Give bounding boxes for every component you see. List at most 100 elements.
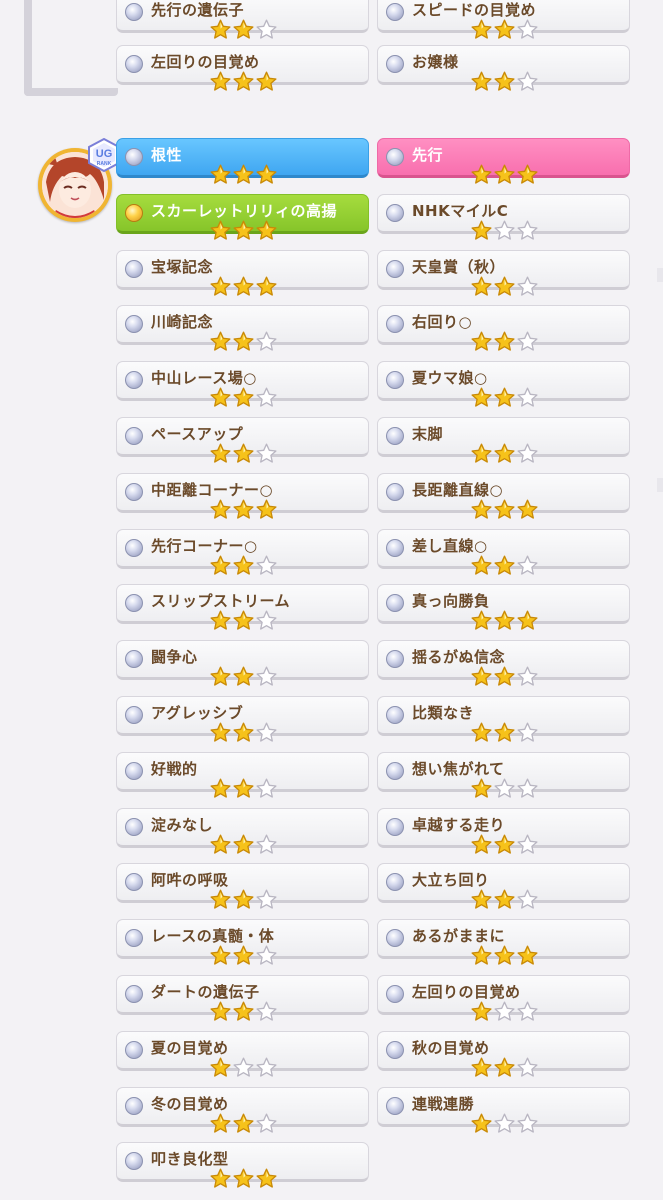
star-filled-icon (494, 610, 515, 630)
skill-tile[interactable]: 左回りの目覚め (377, 975, 630, 1021)
skill-gem-icon (125, 1097, 143, 1115)
skill-tile[interactable]: 右回り○ (377, 305, 630, 351)
skill-name: 右回り○ (412, 313, 473, 331)
skill-tile[interactable]: スカーレットリリィの高揚 (116, 194, 369, 240)
star-filled-icon (471, 443, 492, 463)
skill-name: 秋の目覚め (412, 1039, 490, 1057)
star-rating (471, 499, 539, 521)
skill-name: 好戦的 (151, 760, 198, 778)
skill-name: 差し直線○ (412, 537, 488, 555)
star-filled-icon (210, 945, 231, 965)
star-filled-icon (494, 276, 515, 296)
skill-tile[interactable]: ペースアップ (116, 417, 369, 463)
star-filled-icon (233, 1168, 254, 1188)
skill-tile[interactable]: 想い焦がれて (377, 752, 630, 798)
skill-tile[interactable]: 真っ向勝負 (377, 584, 630, 630)
star-rating (210, 889, 278, 911)
star-empty-icon (233, 1057, 254, 1077)
skill-tile[interactable]: スピードの目覚め (377, 0, 630, 39)
star-filled-icon (471, 276, 492, 296)
skill-name: 比類なき (412, 704, 475, 722)
skill-gem-icon (386, 3, 404, 21)
skill-tile[interactable]: 根性 (116, 138, 369, 184)
skill-name: 根性 (151, 146, 183, 164)
skill-name: 揺るがぬ信念 (412, 648, 506, 666)
skill-tile[interactable]: 大立ち回り (377, 863, 630, 909)
tree-connector-vertical (24, 0, 32, 96)
star-filled-icon (471, 1113, 492, 1133)
star-filled-icon (210, 889, 231, 909)
skill-tile[interactable]: 中距離コーナー○ (116, 473, 369, 519)
skill-tile[interactable]: 先行の遺伝子 (116, 0, 369, 39)
skill-tile[interactable]: 中山レース場○ (116, 361, 369, 407)
skill-tile[interactable]: 秋の目覚め (377, 1031, 630, 1077)
skill-tile[interactable]: 阿吽の呼吸 (116, 863, 369, 909)
star-filled-icon (233, 220, 254, 240)
skill-tile[interactable]: お嬢様 (377, 45, 630, 91)
skill-gem-icon (386, 985, 404, 1003)
skill-tile[interactable]: 差し直線○ (377, 529, 630, 575)
skill-tile[interactable]: 連戦連勝 (377, 1087, 630, 1133)
star-filled-icon (471, 610, 492, 630)
skill-tile[interactable]: 比類なき (377, 696, 630, 742)
star-empty-icon (517, 834, 538, 854)
skill-tile[interactable]: 長距離直線○ (377, 473, 630, 519)
skill-name: 夏の目覚め (151, 1039, 229, 1057)
skill-name: 長距離直線○ (412, 481, 504, 499)
star-filled-icon (233, 164, 254, 184)
star-empty-icon (256, 555, 277, 575)
skill-tile[interactable]: 冬の目覚め (116, 1087, 369, 1133)
skill-tile[interactable]: アグレッシブ (116, 696, 369, 742)
skill-tile[interactable]: 宝塚記念 (116, 250, 369, 296)
skill-tile[interactable]: 左回りの目覚め (116, 45, 369, 91)
skill-tile[interactable]: ダートの遺伝子 (116, 975, 369, 1021)
skill-tile[interactable]: スリップストリーム (116, 584, 369, 630)
skill-tile[interactable]: あるがままに (377, 919, 630, 965)
star-filled-icon (471, 164, 492, 184)
star-filled-icon (210, 220, 231, 240)
star-empty-icon (517, 666, 538, 686)
skill-tile[interactable]: 叩き良化型 (116, 1142, 369, 1188)
skill-gem-icon (386, 260, 404, 278)
star-empty-icon (256, 1057, 277, 1077)
star-empty-icon (256, 722, 277, 742)
skill-tile[interactable]: 天皇賞（秋） (377, 250, 630, 296)
star-filled-icon (210, 276, 231, 296)
star-empty-icon (517, 889, 538, 909)
unique-skill-gem-icon (125, 204, 143, 222)
skill-name: スピードの目覚め (412, 1, 537, 19)
rank-label: RANK (97, 161, 112, 167)
skill-name: 真っ向勝負 (412, 592, 490, 610)
skill-tile[interactable]: レースの真髄・体 (116, 919, 369, 965)
character-avatar[interactable]: UG RANK (38, 137, 120, 222)
skill-tile[interactable]: 先行コーナー○ (116, 529, 369, 575)
skill-gem-icon (125, 55, 143, 73)
skill-tile[interactable]: 先行 (377, 138, 630, 184)
star-filled-icon (233, 722, 254, 742)
star-filled-icon (233, 945, 254, 965)
star-empty-icon (494, 1001, 515, 1021)
skill-tile[interactable]: 揺るがぬ信念 (377, 640, 630, 686)
star-empty-icon (256, 1113, 277, 1133)
skill-tile[interactable]: 好戦的 (116, 752, 369, 798)
skill-tile[interactable]: 夏ウマ娘○ (377, 361, 630, 407)
skill-tile[interactable]: 淀みなし (116, 808, 369, 854)
star-filled-icon (494, 945, 515, 965)
star-filled-icon (471, 945, 492, 965)
star-filled-icon (233, 19, 254, 39)
skill-name: 叩き良化型 (151, 1150, 229, 1168)
skill-tile[interactable]: NHKマイルC (377, 194, 630, 240)
skill-tile[interactable]: 闘争心 (116, 640, 369, 686)
star-filled-icon (494, 387, 515, 407)
skill-name: アグレッシブ (151, 704, 244, 722)
star-filled-icon (233, 387, 254, 407)
star-filled-icon (210, 71, 231, 91)
skill-name: 先行 (412, 146, 444, 164)
scroll-edge-marker (657, 478, 663, 492)
skill-tile[interactable]: 川崎記念 (116, 305, 369, 351)
skill-tile[interactable]: 夏の目覚め (116, 1031, 369, 1077)
star-empty-icon (494, 1113, 515, 1133)
skill-tile[interactable]: 卓越する走り (377, 808, 630, 854)
skill-tile[interactable]: 末脚 (377, 417, 630, 463)
star-rating (471, 1001, 539, 1023)
